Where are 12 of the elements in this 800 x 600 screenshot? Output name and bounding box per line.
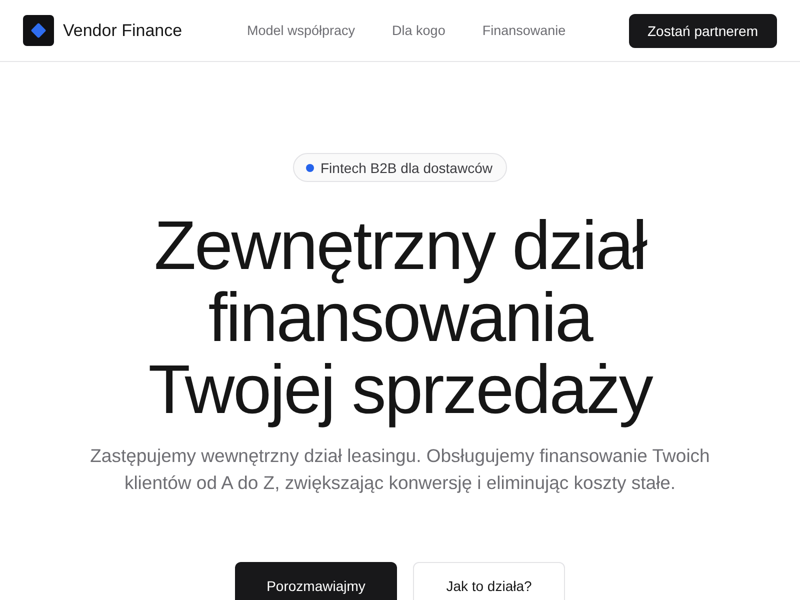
nav-link[interactable]: Finansowanie xyxy=(482,23,566,38)
how-it-works-button[interactable]: Jak to działa? xyxy=(413,562,565,600)
badge-text: Fintech B2B dla dostawców xyxy=(320,160,492,176)
hero-subtitle: Zastępujemy wewnętrzny dział leasingu. Obsługujemy finansowanie Twoich klientów od A do Z, zwiększając konwersję i eliminując koszty stałe. xyxy=(89,444,711,495)
status-dot-icon xyxy=(306,164,314,172)
hero-headline: Zewnętrzny dział finansowania Twojej sprzedaży xyxy=(148,210,652,426)
contact-button[interactable]: Porozmawiajmy xyxy=(235,562,397,600)
diamond-logo-icon xyxy=(23,15,54,46)
partner-button[interactable]: Zostań partnerem xyxy=(628,14,777,48)
nav-link[interactable]: Dla kogo xyxy=(392,23,446,38)
brand-name: Vendor Finance xyxy=(63,20,182,40)
nav-link[interactable]: Model współpracy xyxy=(247,23,356,38)
